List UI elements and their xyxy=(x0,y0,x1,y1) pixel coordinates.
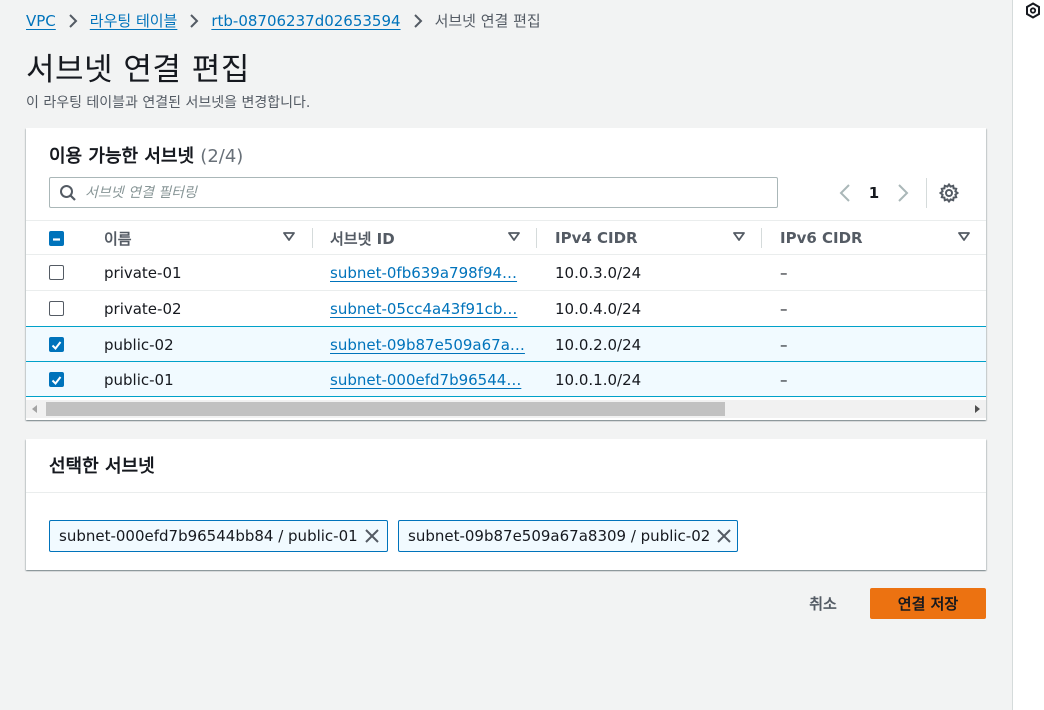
table-row[interactable]: private-02 subnet-05cc4a43f91cb… 10.0.4.… xyxy=(26,291,986,327)
column-label: 서브넷 ID xyxy=(330,229,395,248)
chevron-right-icon xyxy=(189,13,199,28)
close-icon[interactable] xyxy=(710,521,737,551)
subnet-filter-input[interactable] xyxy=(85,184,725,201)
cell-name: public-01 xyxy=(104,370,174,389)
close-icon[interactable] xyxy=(358,521,387,551)
caret-down-icon[interactable] xyxy=(958,232,970,242)
table-header: 이름 서브넷 ID IPv4 CIDR IPv6 CIDR xyxy=(26,220,986,255)
token-label: subnet-000efd7b96544bb84 / public-01 xyxy=(59,527,358,545)
scrollbar-thumb[interactable] xyxy=(46,402,725,416)
chevron-right-icon xyxy=(68,13,78,28)
checkbox-icon xyxy=(51,376,62,386)
breadcrumb-current: 서브넷 연결 편집 xyxy=(434,12,541,30)
next-page-button[interactable] xyxy=(892,181,914,205)
current-page-number[interactable]: 1 xyxy=(856,184,892,202)
main-content: VPC 라우팅 테이블 rtb-08706237d02653594 서브넷 연결… xyxy=(0,0,1012,710)
subnet-filter[interactable] xyxy=(49,177,778,208)
column-divider xyxy=(761,228,762,248)
search-icon xyxy=(59,184,77,202)
column-label: IPv6 CIDR xyxy=(780,229,863,247)
cell-ipv4: 10.0.2.0/24 xyxy=(555,335,642,354)
column-label: IPv4 CIDR xyxy=(555,229,638,247)
chevron-right-icon xyxy=(898,184,909,202)
page-description: 이 라우팅 테이블과 연결된 서브넷을 변경합니다. xyxy=(26,95,311,111)
available-subnets-title: 이용 가능한 서브넷 xyxy=(49,146,195,167)
breadcrumb-vpc[interactable]: VPC xyxy=(26,12,56,30)
subnets-table: 이름 서브넷 ID IPv4 CIDR IPv6 CIDR private-01… xyxy=(26,220,986,397)
cancel-button[interactable]: 취소 xyxy=(794,588,852,618)
available-subnets-header: 이용 가능한 서브넷 (2/4) xyxy=(49,142,243,168)
cell-ipv6: – xyxy=(780,370,788,389)
table-row[interactable]: private-01 subnet-0fb639a798f94… 10.0.3.… xyxy=(26,255,986,291)
caret-down-icon[interactable] xyxy=(283,232,295,242)
horizontal-scrollbar[interactable] xyxy=(26,400,986,418)
select-all-cell xyxy=(26,221,96,255)
subnet-token: subnet-09b87e509a67a8309 / public-02 xyxy=(398,520,738,552)
cell-ipv4: 10.0.1.0/24 xyxy=(555,370,642,389)
token-label: subnet-09b87e509a67a8309 / public-02 xyxy=(408,527,711,545)
select-all-checkbox[interactable] xyxy=(49,231,64,246)
checkbox-icon xyxy=(51,341,62,351)
breadcrumb-route-tables[interactable]: 라우팅 테이블 xyxy=(90,10,178,31)
caret-down-icon[interactable] xyxy=(508,232,520,242)
subnet-id-link[interactable]: subnet-000efd7b96544… xyxy=(330,371,521,389)
subnet-id-link[interactable]: subnet-0fb639a798f94… xyxy=(330,264,517,282)
subnet-id-link[interactable]: subnet-09b87e509a67a… xyxy=(330,336,525,354)
column-divider xyxy=(312,228,313,248)
subnet-id-link[interactable]: subnet-05cc4a43f91cb… xyxy=(330,300,517,318)
row-checkbox[interactable] xyxy=(49,301,64,316)
available-subnets-panel: 이용 가능한 서브넷 (2/4) 1 xyxy=(26,128,986,420)
row-checkbox[interactable] xyxy=(49,372,64,387)
divider xyxy=(926,178,927,208)
cell-ipv4: 10.0.3.0/24 xyxy=(555,263,642,282)
scroll-right-icon[interactable] xyxy=(968,400,986,418)
selected-subnets-panel: 선택한 서브넷 subnet-000efd7b96544bb84 / publi… xyxy=(26,439,986,570)
breadcrumb: VPC 라우팅 테이블 rtb-08706237d02653594 서브넷 연결… xyxy=(26,10,541,31)
cell-name: private-02 xyxy=(104,299,182,318)
selected-subnets-title: 선택한 서브넷 xyxy=(49,456,155,477)
column-divider xyxy=(536,228,537,248)
column-header-subnet-id[interactable]: 서브넷 ID xyxy=(330,221,530,255)
cell-ipv4: 10.0.4.0/24 xyxy=(555,299,642,318)
preferences-button[interactable] xyxy=(938,182,960,204)
token-group: subnet-000efd7b96544bb84 / public-01 sub… xyxy=(49,520,738,552)
column-header-name[interactable]: 이름 xyxy=(104,221,304,255)
cell-ipv6: – xyxy=(780,335,788,354)
row-checkbox[interactable] xyxy=(49,337,64,352)
chevron-right-icon xyxy=(413,13,423,28)
save-associations-button[interactable]: 연결 저장 xyxy=(870,588,986,619)
table-row[interactable]: public-02 subnet-09b87e509a67a… 10.0.2.0… xyxy=(26,326,986,362)
column-header-ipv4[interactable]: IPv4 CIDR xyxy=(555,221,755,255)
cell-ipv6: – xyxy=(780,263,788,282)
cell-name: private-01 xyxy=(104,263,182,282)
available-subnets-count: (2/4) xyxy=(200,146,244,167)
rail-icon[interactable] xyxy=(1025,2,1043,20)
column-header-ipv6[interactable]: IPv6 CIDR xyxy=(780,221,960,255)
subnet-token: subnet-000efd7b96544bb84 / public-01 xyxy=(49,520,388,552)
row-checkbox[interactable] xyxy=(49,265,64,280)
gear-icon xyxy=(939,183,959,203)
chevron-left-icon xyxy=(839,184,850,202)
page-title: 서브넷 연결 편집 xyxy=(26,52,250,88)
right-side-rail xyxy=(1012,0,1044,710)
scroll-left-icon[interactable] xyxy=(26,400,44,418)
column-label: 이름 xyxy=(104,229,132,248)
caret-down-icon[interactable] xyxy=(733,232,745,242)
cell-name: public-02 xyxy=(104,335,174,354)
cell-ipv6: – xyxy=(780,299,788,318)
table-row[interactable]: public-01 subnet-000efd7b96544… 10.0.1.0… xyxy=(26,361,986,397)
selected-subnets-header: 선택한 서브넷 xyxy=(26,439,986,493)
previous-page-button[interactable] xyxy=(834,181,856,205)
breadcrumb-route-table-id[interactable]: rtb-08706237d02653594 xyxy=(211,12,400,30)
pagination: 1 xyxy=(834,181,914,205)
